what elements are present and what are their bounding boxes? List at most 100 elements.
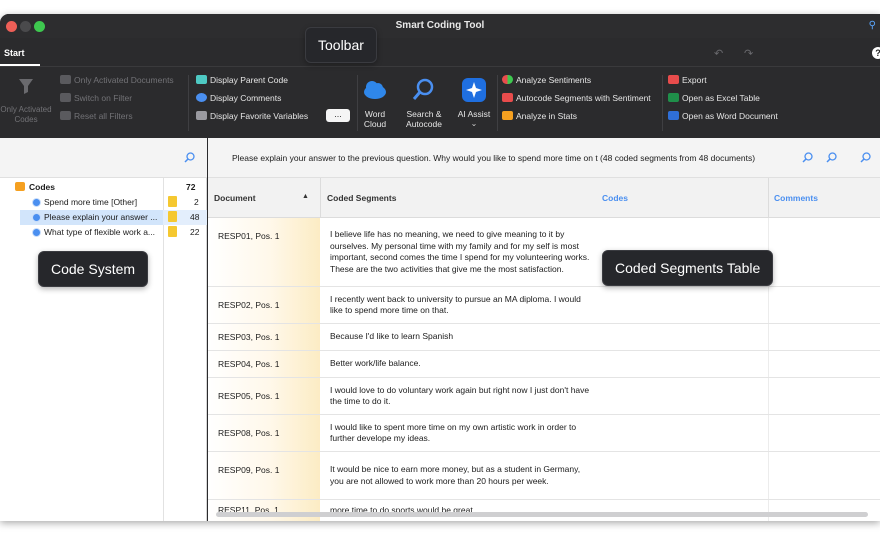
coded-segment-cell[interactable]: I would like to spent more time on my ow… xyxy=(330,415,592,451)
column-header-document[interactable]: Document xyxy=(214,193,256,203)
coded-segment-cell[interactable]: I would love to do voluntary work again … xyxy=(330,378,592,414)
table-row[interactable]: RESP09, Pos. 1 It would be nice to earn … xyxy=(208,452,880,500)
undo-icon[interactable]: ↶ xyxy=(714,47,723,60)
only-activated-codes-button[interactable]: Only Activated Codes xyxy=(0,73,52,125)
analyze-in-stats-label: Analyze in Stats xyxy=(516,111,577,121)
code-system-toolbar xyxy=(0,138,207,178)
document-cell[interactable]: RESP03, Pos. 1 xyxy=(208,324,320,350)
document-cell[interactable]: RESP01, Pos. 1 xyxy=(208,218,320,286)
document-cell[interactable]: RESP04, Pos. 1 xyxy=(208,351,320,377)
tab-start[interactable]: Start xyxy=(0,38,40,66)
coded-segment-cell[interactable]: more time to do sports would be great xyxy=(330,500,592,521)
memo-icon[interactable] xyxy=(168,211,177,222)
ribbon-toolbar: Only Activated Codes Only Activated Docu… xyxy=(0,66,880,136)
app-window: Smart Coding Tool ⚲ Start ↶ ↷ ? Only Act… xyxy=(0,14,880,521)
comment-icon xyxy=(196,93,207,102)
switch-on-filter-button[interactable]: Switch on Filter xyxy=(60,93,132,103)
code-item[interactable]: What type of flexible work a... 22 xyxy=(0,225,207,240)
reset-filter-icon xyxy=(60,111,71,120)
code-count: 22 xyxy=(190,227,200,237)
table-row[interactable]: RESP05, Pos. 1 I would love to do volunt… xyxy=(208,378,880,415)
coded-segments-table-callout: Coded Segments Table xyxy=(602,250,774,286)
table-row[interactable]: RESP02, Pos. 1 I recently went back to u… xyxy=(208,287,880,324)
coded-segment-cell[interactable]: Because I'd like to learn Spanish xyxy=(330,324,592,350)
word-icon xyxy=(668,111,679,120)
zoom-in-icon[interactable] xyxy=(826,152,837,163)
code-system-callout: Code System xyxy=(38,251,149,287)
code-count: 48 xyxy=(190,212,200,222)
code-system-root[interactable]: Codes 72 xyxy=(0,180,207,195)
ribbon-separator xyxy=(357,75,358,131)
document-cell[interactable]: RESP08, Pos. 1 xyxy=(208,415,320,451)
document-filter-icon xyxy=(60,75,71,84)
open-as-word-document-button[interactable]: Open as Word Document xyxy=(668,111,778,121)
reset-all-filters-button[interactable]: Reset all Filters xyxy=(60,111,133,121)
display-favorite-variables-toggle[interactable]: Display Favorite Variables xyxy=(196,111,308,121)
only-activated-documents-button[interactable]: Only Activated Documents xyxy=(60,75,174,85)
display-parent-code-label: Display Parent Code xyxy=(210,75,288,85)
display-parent-code-toggle[interactable]: Display Parent Code xyxy=(196,75,288,85)
word-cloud-label: Word Cloud xyxy=(363,109,387,129)
ai-assist-button[interactable]: AI Assist ⌄ xyxy=(454,77,494,129)
search-icon[interactable] xyxy=(860,152,871,163)
only-activated-codes-label: Only Activated Codes xyxy=(0,105,52,124)
memo-icon[interactable] xyxy=(168,196,177,207)
code-icon xyxy=(32,198,41,207)
parent-code-icon xyxy=(196,75,207,84)
document-cell[interactable]: RESP05, Pos. 1 xyxy=(208,378,320,414)
table-row[interactable]: RESP11, Pos. 1 more time to do sports wo… xyxy=(208,500,880,521)
word-cloud-button[interactable]: Word Cloud xyxy=(360,77,390,129)
code-icon xyxy=(32,213,41,222)
column-header-coded-segments[interactable]: Coded Segments xyxy=(327,193,396,203)
column-header-comments[interactable]: Comments xyxy=(774,193,818,203)
column-divider xyxy=(768,178,769,218)
autocode-segments-with-sentiment-label: Autocode Segments with Sentiment xyxy=(516,93,651,103)
autocode-segments-with-sentiment-button[interactable]: Autocode Segments with Sentiment xyxy=(502,93,651,103)
code-item-selected[interactable]: Please explain your answer ... 48 xyxy=(0,210,207,225)
coded-segment-cell[interactable]: Better work/life balance. xyxy=(330,351,592,377)
favorite-variables-options-button[interactable]: ... xyxy=(326,109,350,122)
table-row[interactable]: RESP08, Pos. 1 I would like to spent mor… xyxy=(208,415,880,452)
coded-segment-cell[interactable]: I recently went back to university to pu… xyxy=(330,287,592,323)
coded-segment-cell[interactable]: I believe life has no meaning, we need t… xyxy=(330,218,592,286)
display-comments-label: Display Comments xyxy=(210,93,282,103)
display-comments-toggle[interactable]: Display Comments xyxy=(196,93,281,103)
open-as-excel-table-button[interactable]: Open as Excel Table xyxy=(668,93,760,103)
document-cell[interactable]: RESP02, Pos. 1 xyxy=(208,287,320,323)
excel-icon xyxy=(668,93,679,102)
redo-icon[interactable]: ↷ xyxy=(744,47,753,60)
title-bar: Smart Coding Tool ⚲ xyxy=(0,14,880,38)
sort-ascending-icon[interactable]: ▲ xyxy=(302,193,309,200)
search-icon xyxy=(412,78,434,100)
codes-root-count: 72 xyxy=(186,182,196,192)
column-header-codes[interactable]: Codes xyxy=(602,193,628,203)
coded-segments-panel: Please explain your answer to the previo… xyxy=(208,138,880,521)
document-cell[interactable]: RESP11, Pos. 1 xyxy=(208,500,320,521)
connect-icon[interactable]: ⚲ xyxy=(869,20,876,31)
table-column-headers: Document ▲ Coded Segments Codes Comments xyxy=(208,178,880,218)
memo-icon[interactable] xyxy=(168,226,177,237)
switch-on-filter-label: Switch on Filter xyxy=(74,93,133,103)
search-icon[interactable] xyxy=(184,152,195,163)
ai-assist-icon xyxy=(462,78,486,102)
export-button[interactable]: Export xyxy=(668,75,707,85)
export-icon xyxy=(668,75,679,84)
horizontal-scrollbar[interactable] xyxy=(216,512,868,517)
code-filter-icon xyxy=(19,79,33,94)
help-icon[interactable]: ? xyxy=(872,47,880,59)
search-autocode-button[interactable]: Search & Autocode xyxy=(400,77,448,129)
ribbon-tab-bar: Start ↶ ↷ xyxy=(0,38,880,66)
autocode-sentiment-icon xyxy=(502,93,513,102)
zoom-out-icon[interactable] xyxy=(802,152,813,163)
document-cell[interactable]: RESP09, Pos. 1 xyxy=(208,452,320,499)
code-label: Please explain your answer ... xyxy=(44,212,158,222)
chevron-down-icon[interactable]: ⌄ xyxy=(454,119,494,129)
table-row[interactable]: RESP01, Pos. 1 I believe life has no mea… xyxy=(208,218,880,287)
export-label: Export xyxy=(682,75,707,85)
analyze-sentiments-button[interactable]: Analyze Sentiments xyxy=(502,75,591,85)
code-item[interactable]: Spend more time [Other] 2 xyxy=(0,195,207,210)
table-row[interactable]: RESP03, Pos. 1 Because I'd like to learn… xyxy=(208,324,880,351)
table-row[interactable]: RESP04, Pos. 1 Better work/life balance. xyxy=(208,351,880,378)
analyze-in-stats-button[interactable]: Analyze in Stats xyxy=(502,111,577,121)
coded-segment-cell[interactable]: It would be nice to earn more money, but… xyxy=(330,452,592,499)
